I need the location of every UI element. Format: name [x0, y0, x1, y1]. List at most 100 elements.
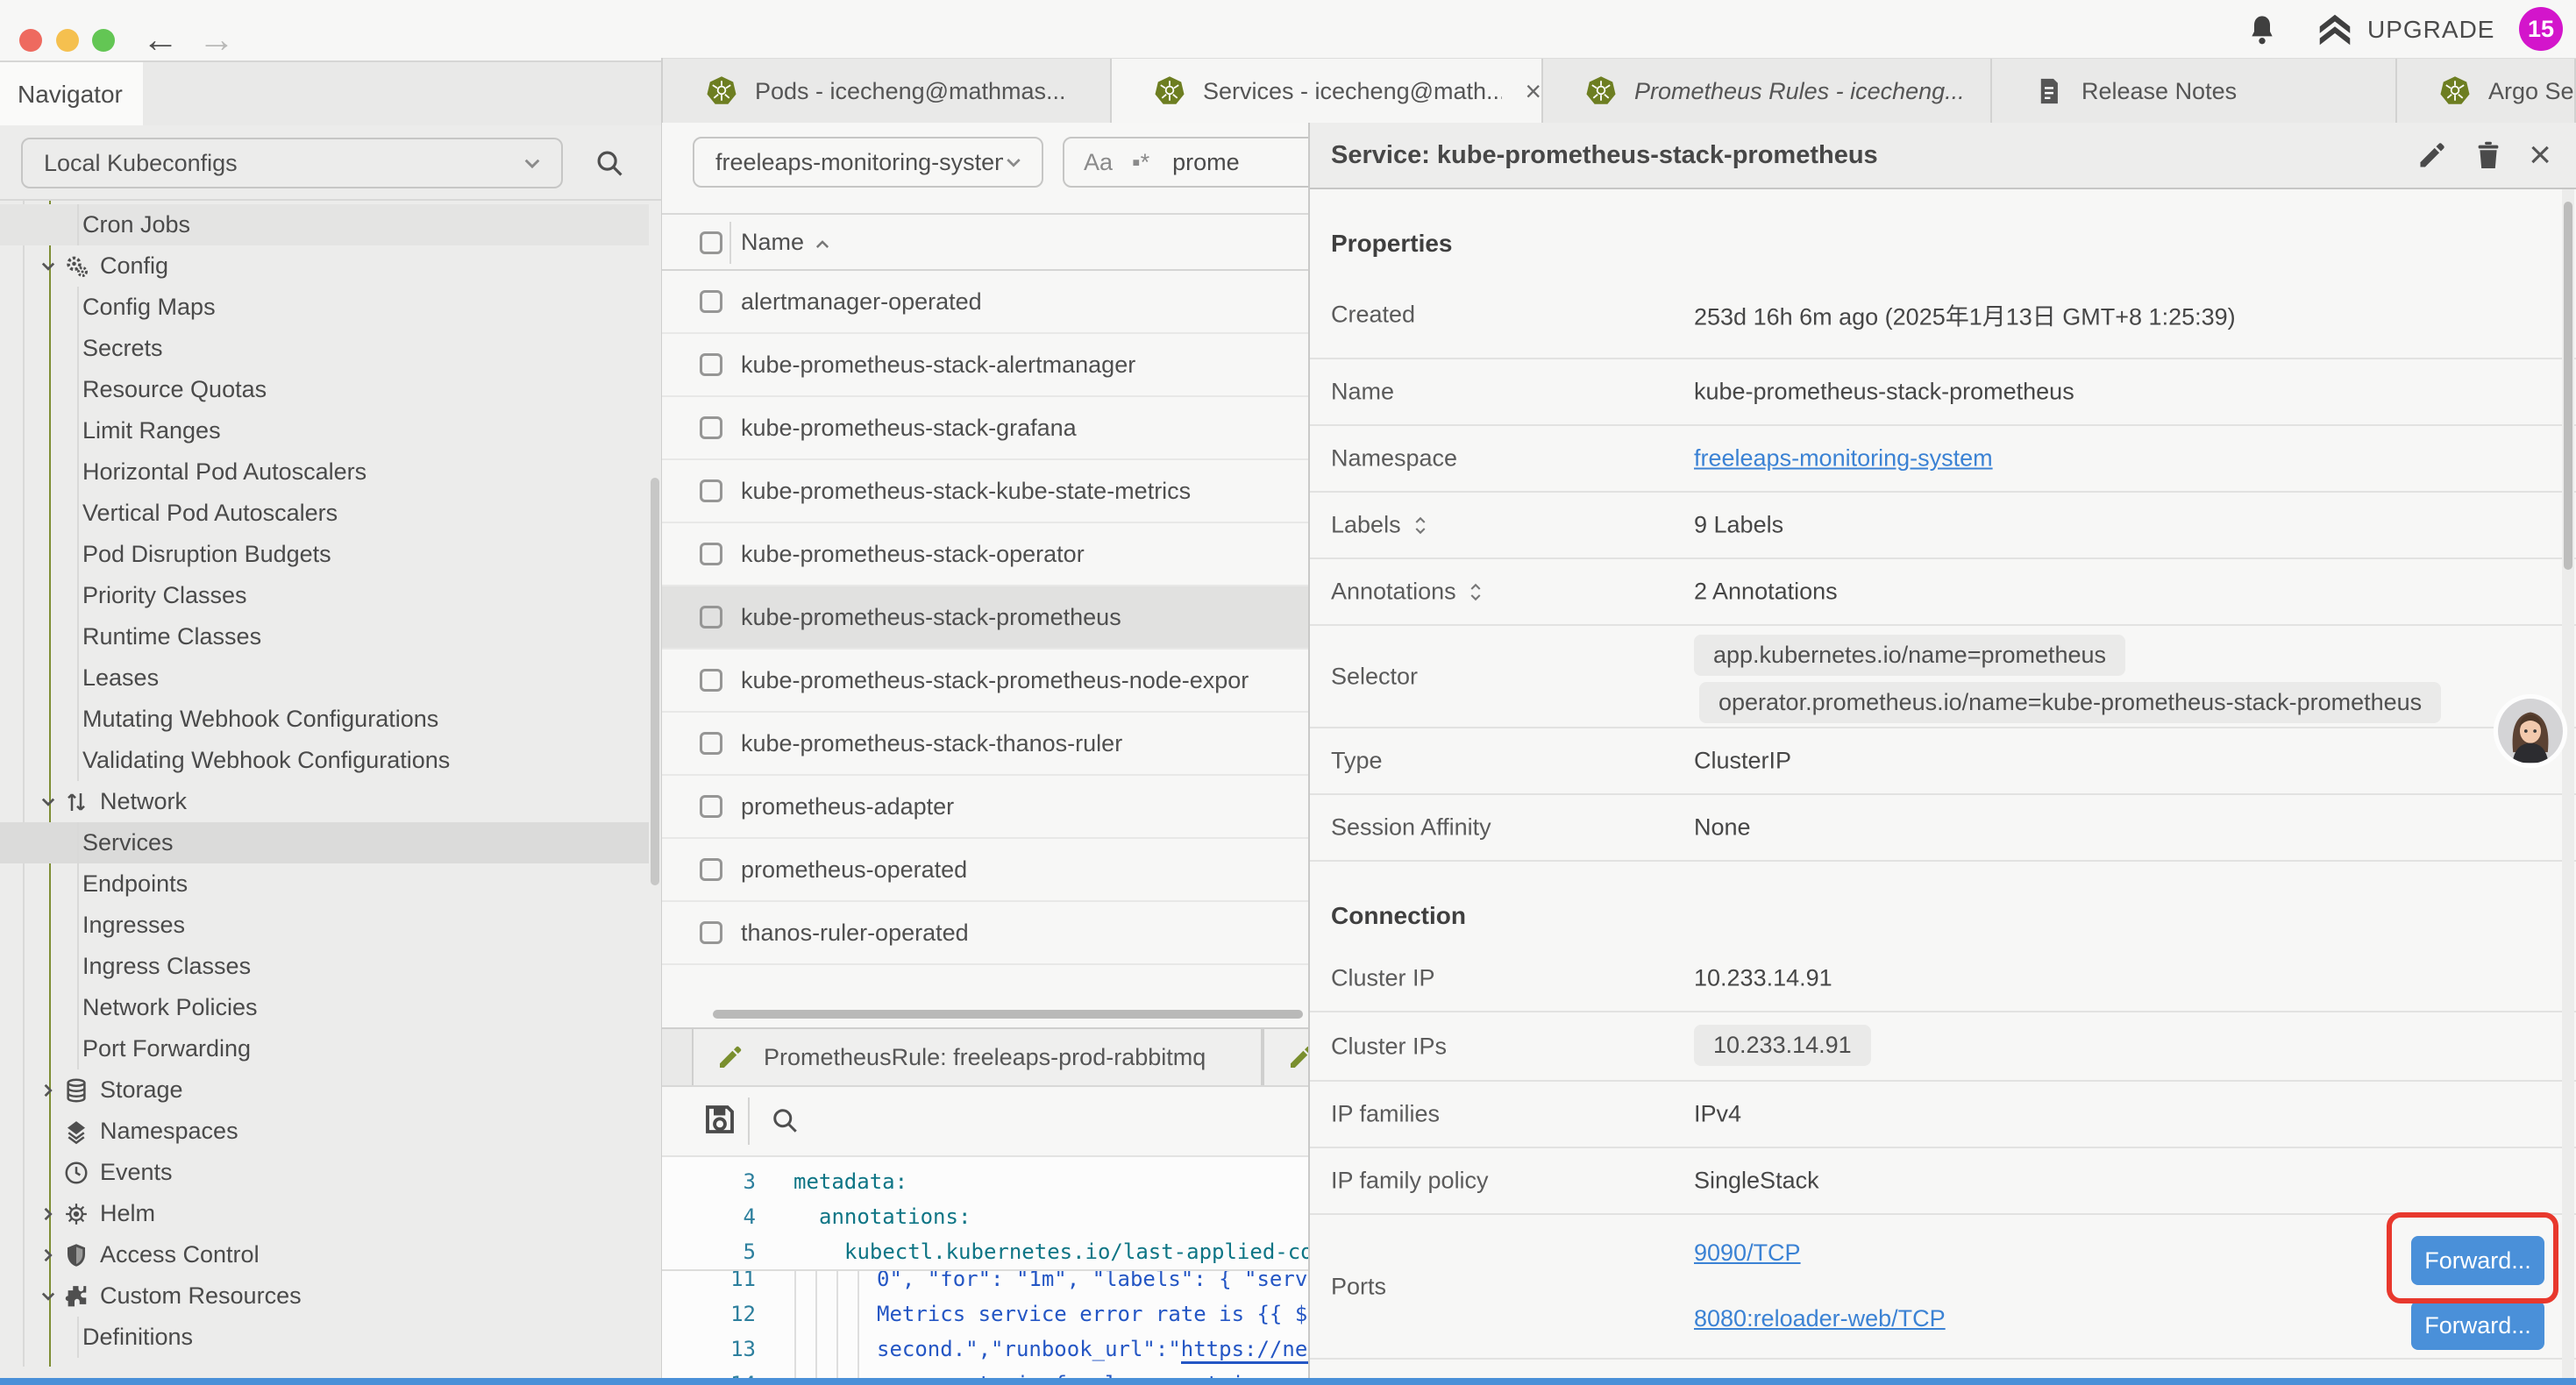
table-row-kube-prometheus-stack-grafana[interactable]: kube-prometheus-stack-grafana	[662, 397, 1308, 460]
sidebar-item-ingresses[interactable]: Ingresses	[0, 905, 649, 946]
chevron-right-icon[interactable]	[39, 1246, 58, 1265]
sidebar-item-storage[interactable]: Storage	[0, 1069, 649, 1111]
table-row-kube-prometheus-stack-kube-state-metrics[interactable]: kube-prometheus-stack-kube-state-metrics	[662, 460, 1308, 523]
chevron-down-icon[interactable]	[39, 792, 58, 812]
tab-navigator[interactable]: Navigator	[0, 62, 143, 127]
row-checkbox[interactable]	[700, 416, 722, 439]
tab-pods-icecheng-mathmas[interactable]: Pods - icecheng@mathmas...	[664, 59, 1112, 124]
sidebar-scrollbar[interactable]	[651, 478, 659, 885]
row-checkbox[interactable]	[700, 669, 722, 692]
expand-toggle-icon[interactable]	[1412, 514, 1429, 536]
sidebar-item-pod-disruption-budgets[interactable]: Pod Disruption Budgets	[0, 534, 649, 575]
row-checkbox[interactable]	[700, 606, 722, 629]
close-tab-icon[interactable]: ×	[1525, 75, 1541, 108]
dock-tab-prometheusrule-freeleaps-prod-rabbitmq[interactable]: PrometheusRule: freeleaps-prod-rabbitmq	[692, 1029, 1263, 1085]
sidebar-item-port-forwarding[interactable]: Port Forwarding	[0, 1028, 649, 1069]
sidebar-item-secrets[interactable]: Secrets	[0, 328, 649, 369]
code-link[interactable]: https://net	[1181, 1337, 1308, 1364]
sidebar-item-ingress-classes[interactable]: Ingress Classes	[0, 946, 649, 987]
sidebar-item-vertical-pod-autoscalers[interactable]: Vertical Pod Autoscalers	[0, 493, 649, 534]
table-row-prometheus-adapter[interactable]: prometheus-adapter	[662, 776, 1308, 839]
forward-button-2[interactable]: Forward...	[2411, 1301, 2544, 1350]
sidebar-item-helm[interactable]: Helm	[0, 1193, 649, 1234]
sidebar-item-leases[interactable]: Leases	[0, 657, 649, 699]
row-checkbox[interactable]	[700, 795, 722, 818]
save-icon[interactable]	[701, 1101, 738, 1138]
sidebar-item-priority-classes[interactable]: Priority Classes	[0, 575, 649, 616]
traffic-light-close-icon[interactable]	[19, 29, 42, 52]
sidebar-item-definitions[interactable]: Definitions	[0, 1317, 649, 1358]
tab-services-icecheng-math[interactable]: Services - icecheng@math...×	[1112, 59, 1543, 124]
regex-icon[interactable]: ▪*	[1132, 149, 1149, 176]
kubeconfig-selector[interactable]: Local Kubeconfigs	[21, 138, 563, 188]
forward-arrow-icon[interactable]: →	[198, 21, 235, 58]
chevron-down-icon[interactable]	[39, 1287, 58, 1306]
sidebar-item-validating-webhook-configurations[interactable]: Validating Webhook Configurations	[0, 740, 649, 781]
sidebar-item-limit-ranges[interactable]: Limit Ranges	[0, 410, 649, 451]
table-row-kube-prometheus-stack-prometheus-node-expor[interactable]: kube-prometheus-stack-prometheus-node-ex…	[662, 650, 1308, 713]
row-checkbox[interactable]	[700, 921, 722, 944]
bell-icon[interactable]	[2245, 12, 2280, 47]
tab-argo-se[interactable]: Argo Se	[2397, 59, 2576, 124]
table-row-kube-prometheus-stack-thanos-ruler[interactable]: kube-prometheus-stack-thanos-ruler	[662, 713, 1308, 776]
sidebar-item-config-maps[interactable]: Config Maps	[0, 287, 649, 328]
row-checkbox[interactable]	[700, 290, 722, 313]
sidebar-item-network-policies[interactable]: Network Policies	[0, 987, 649, 1028]
port-link-9090-tcp[interactable]: 9090/TCP	[1694, 1239, 1801, 1267]
tab-release-notes[interactable]: Release Notes	[1992, 59, 2397, 124]
table-row-prometheus-operated[interactable]: prometheus-operated	[662, 839, 1308, 902]
expand-toggle-icon[interactable]	[1467, 580, 1484, 603]
sidebar-item-cron-jobs[interactable]: Cron Jobs	[0, 204, 649, 245]
table-row-kube-prometheus-stack-prometheus[interactable]: kube-prometheus-stack-prometheus	[662, 586, 1308, 650]
horizontal-scrollbar[interactable]	[713, 1010, 1303, 1019]
table-row-kube-prometheus-stack-operator[interactable]: kube-prometheus-stack-operator	[662, 523, 1308, 586]
port-link-8080-reloader-web-tcp[interactable]: 8080:reloader-web/TCP	[1694, 1305, 1946, 1332]
row-checkbox[interactable]	[700, 858, 722, 881]
row-checkbox[interactable]	[700, 732, 722, 755]
chevron-right-icon[interactable]	[39, 1204, 58, 1224]
row-checkbox[interactable]	[700, 353, 722, 376]
sidebar-item-access-control[interactable]: Access Control	[0, 1234, 649, 1275]
table-row-kube-prometheus-stack-alertmanager[interactable]: kube-prometheus-stack-alertmanager	[662, 334, 1308, 397]
user-avatar[interactable]	[2493, 693, 2568, 769]
table-row-thanos-ruler-operated[interactable]: thanos-ruler-operated	[662, 902, 1308, 965]
chevron-right-icon[interactable]	[39, 1081, 58, 1100]
column-header-name[interactable]: Name	[741, 229, 804, 256]
drawer-scrollbar[interactable]	[2564, 202, 2572, 570]
sidebar-item-endpoints[interactable]: Endpoints	[0, 863, 649, 905]
traffic-light-zoom-icon[interactable]	[92, 29, 115, 52]
sidebar-item-config[interactable]: Config	[0, 245, 649, 287]
tab-prometheus-rules-icecheng[interactable]: Prometheus Rules - icecheng...	[1543, 59, 1992, 124]
sidebar-item-mutating-webhook-configurations[interactable]: Mutating Webhook Configurations	[0, 699, 649, 740]
back-arrow-icon[interactable]: ←	[142, 21, 179, 58]
row-checkbox[interactable]	[700, 479, 722, 502]
sidebar-item-runtime-classes[interactable]: Runtime Classes	[0, 616, 649, 657]
edit-pencil-icon[interactable]	[2416, 139, 2448, 171]
upgrade-label[interactable]: UPGRADE	[2367, 16, 2494, 44]
sidebar-item-resource-quotas[interactable]: Resource Quotas	[0, 369, 649, 410]
notification-badge[interactable]: 15	[2519, 7, 2563, 51]
delete-trash-icon[interactable]	[2473, 139, 2504, 171]
select-all-checkbox[interactable]	[700, 231, 722, 254]
detail-row-selector: Selectorapp.kubernetes.io/name=prometheu…	[1310, 626, 2576, 728]
sidebar-search-icon[interactable]	[593, 146, 626, 180]
sidebar-item-services[interactable]: Services	[0, 822, 649, 863]
upgrade-icon[interactable]	[2315, 11, 2355, 51]
sidebar-item-namespaces[interactable]: Namespaces	[0, 1111, 649, 1152]
editor-search-icon[interactable]	[769, 1104, 801, 1136]
traffic-light-minimize-icon[interactable]	[56, 29, 79, 52]
yaml-editor[interactable]: 110", "for": "1m", "labels": { "service"…	[662, 1155, 1308, 1380]
table-row-alertmanager-operated[interactable]: alertmanager-operated	[662, 271, 1308, 334]
row-checkbox[interactable]	[700, 543, 722, 565]
sidebar-item-events[interactable]: Events	[0, 1152, 649, 1193]
sidebar-item-horizontal-pod-autoscalers[interactable]: Horizontal Pod Autoscalers	[0, 451, 649, 493]
sidebar-item-network[interactable]: Network	[0, 781, 649, 822]
case-sensitive-icon[interactable]: Aa	[1084, 149, 1113, 176]
list-search-input[interactable]: Aa ▪* prome	[1063, 137, 1317, 188]
namespace-filter-select[interactable]: freeleaps-monitoring-system	[693, 137, 1043, 188]
namespace-link[interactable]: freeleaps-monitoring-system	[1694, 445, 1993, 472]
close-icon[interactable]: ×	[2529, 133, 2551, 177]
sidebar-item-custom-resources[interactable]: Custom Resources	[0, 1275, 649, 1317]
sort-asc-icon[interactable]	[813, 236, 832, 255]
chevron-down-icon[interactable]	[39, 257, 58, 276]
